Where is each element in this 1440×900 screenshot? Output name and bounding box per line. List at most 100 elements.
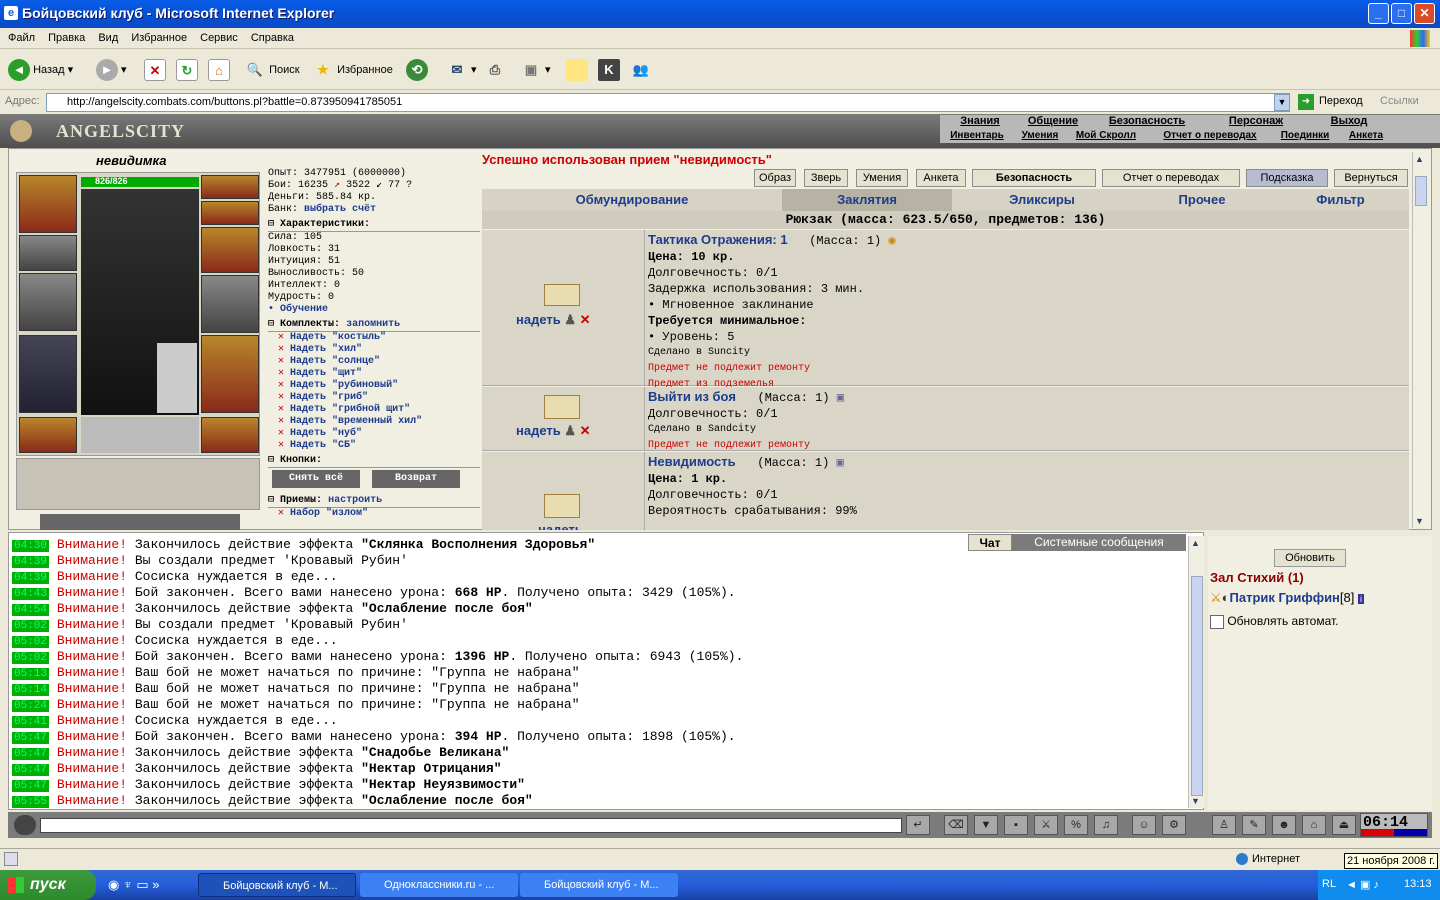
search-button[interactable]: 🔍 Поиск bbox=[244, 58, 300, 82]
set-item[interactable]: ✕ Надеть "хил" bbox=[278, 344, 480, 356]
language-indicator[interactable]: RL bbox=[1322, 878, 1336, 890]
hint-button[interactable]: Подсказка bbox=[1246, 169, 1328, 187]
tray-icons[interactable]: ◄ ▣ ♪ bbox=[1346, 878, 1379, 891]
link-exit[interactable]: Выход bbox=[1304, 115, 1394, 127]
configure-tricks-link[interactable]: настроить bbox=[328, 495, 382, 506]
menu-tools[interactable]: Сервис bbox=[200, 32, 238, 44]
menu-help[interactable]: Справка bbox=[251, 32, 294, 44]
task-fight-club-1[interactable]: Бойцовский клуб - M... bbox=[198, 873, 356, 897]
chat-timestamp[interactable]: 05:02 bbox=[12, 620, 50, 632]
info-icon[interactable]: i bbox=[1358, 594, 1365, 604]
chat-scrollbar[interactable]: ▲ ▼ bbox=[1188, 536, 1204, 808]
forward-button[interactable]: ► ▾ bbox=[96, 58, 127, 82]
quicklaunch-icons[interactable]: ◉ ♆ ▭ » bbox=[108, 877, 159, 893]
translit-icon[interactable]: % bbox=[1064, 815, 1088, 835]
item-name[interactable]: Невидимость bbox=[648, 454, 736, 469]
amulet-slot[interactable] bbox=[201, 201, 259, 225]
filter-icon[interactable]: ▼ bbox=[974, 815, 998, 835]
image-button[interactable]: Образ bbox=[754, 169, 796, 187]
chat-timestamp[interactable]: 04:39 bbox=[12, 556, 50, 568]
url-input[interactable]: http://angelscity.combats.com/buttons.pl… bbox=[46, 93, 1290, 112]
pet-button[interactable]: Зверь bbox=[804, 169, 848, 187]
chat-timestamp[interactable]: 05:24 bbox=[12, 700, 50, 712]
messenger-button[interactable]: 👥 bbox=[630, 58, 652, 82]
tab-equipment[interactable]: Обмундирование bbox=[482, 189, 782, 211]
link-inventory[interactable]: Инвентарь bbox=[940, 130, 1014, 141]
refresh-list-button[interactable]: Обновить bbox=[1274, 549, 1346, 567]
mask-icon[interactable]: ☻ bbox=[1272, 815, 1296, 835]
set-item[interactable]: ✕ Надеть "щит" bbox=[278, 368, 480, 380]
link-communication[interactable]: Общение bbox=[1020, 115, 1086, 127]
set-item[interactable]: ✕ Надеть "нуб" bbox=[278, 428, 480, 440]
save-icon[interactable]: ▪ bbox=[1004, 815, 1028, 835]
chat-timestamp[interactable]: 05:55 bbox=[12, 796, 50, 808]
rings-slots[interactable] bbox=[81, 417, 199, 453]
menu-file[interactable]: Файл bbox=[8, 32, 35, 44]
set-item[interactable]: ✕ Надеть "СБ" bbox=[278, 440, 480, 452]
chat-timestamp[interactable]: 05:02 bbox=[12, 636, 50, 648]
menu-favorites[interactable]: Избранное bbox=[131, 32, 187, 44]
earrings-slot[interactable] bbox=[201, 175, 259, 199]
link-transfer-report[interactable]: Отчет о переводах bbox=[1146, 130, 1274, 141]
chat-timestamp[interactable]: 04:43 bbox=[12, 588, 50, 600]
refresh-button[interactable]: ↻ bbox=[176, 58, 198, 82]
links-label[interactable]: Ссылки bbox=[1380, 95, 1419, 107]
scroll-tool-icon[interactable]: ✎ bbox=[1242, 815, 1266, 835]
link-skills[interactable]: Умения bbox=[1014, 130, 1066, 141]
take-off-all-button[interactable]: Снять всё bbox=[272, 470, 360, 488]
set-item[interactable]: ✕ Надеть "грибной щит" bbox=[278, 404, 480, 416]
music-icon[interactable]: ♫ bbox=[1094, 815, 1118, 835]
profile-button[interactable]: Анкета bbox=[916, 169, 966, 187]
minimize-button[interactable]: _ bbox=[1368, 3, 1389, 24]
transfer-report-button[interactable]: Отчет о переводах bbox=[1102, 169, 1240, 187]
lock-icon[interactable]: ⌂ bbox=[1302, 815, 1326, 835]
offhand-slot[interactable] bbox=[201, 275, 259, 333]
training-link[interactable]: • Обучение bbox=[268, 304, 480, 316]
equip-link[interactable]: надеть ♟ ✕ bbox=[516, 312, 591, 328]
belt-slot[interactable] bbox=[19, 417, 77, 453]
tab-spells[interactable]: Заклятия bbox=[782, 189, 952, 211]
trick-item[interactable]: ✕ Набор "излом" bbox=[268, 508, 480, 520]
item-name[interactable]: Выйти из боя bbox=[648, 389, 736, 404]
task-odnoklassniki[interactable]: Одноклассники.ru - ... bbox=[360, 873, 518, 897]
bracers-slot[interactable] bbox=[19, 235, 77, 271]
set-item[interactable]: ✕ Надеть "временный хил" bbox=[278, 416, 480, 428]
chat-timestamp[interactable]: 04:39 bbox=[12, 572, 50, 584]
maximize-button[interactable]: □ bbox=[1391, 3, 1412, 24]
chat-timestamp[interactable]: 05:41 bbox=[12, 716, 50, 728]
scroll-slots[interactable] bbox=[16, 458, 260, 510]
exit-icon[interactable]: ⏏ bbox=[1332, 815, 1356, 835]
mail-button[interactable]: ✉ ▾ bbox=[446, 58, 477, 82]
choose-account-link[interactable]: выбрать счёт bbox=[304, 204, 376, 215]
skills-button[interactable]: Умения bbox=[856, 169, 908, 187]
set-item[interactable]: ✕ Надеть "гриб" bbox=[278, 392, 480, 404]
tab-elixirs[interactable]: Эликсиры bbox=[952, 189, 1132, 211]
chat-avatar-icon[interactable] bbox=[14, 815, 36, 835]
favorites-button[interactable]: ★ Избранное bbox=[312, 58, 393, 82]
link-profile[interactable]: Анкета bbox=[1336, 130, 1396, 141]
back-button[interactable]: ◄ Назад ▾ bbox=[8, 58, 73, 82]
history-button[interactable]: ⟲ bbox=[406, 58, 428, 82]
k-button[interactable]: K bbox=[598, 58, 620, 82]
equip-link[interactable]: надеть ♟ ✕ bbox=[516, 423, 591, 439]
chat-input[interactable] bbox=[40, 818, 902, 833]
menu-view[interactable]: Вид bbox=[98, 32, 118, 44]
notes-button[interactable] bbox=[566, 58, 588, 82]
chat-timestamp[interactable]: 05:47 bbox=[12, 780, 50, 792]
close-button[interactable]: ✕ bbox=[1414, 3, 1435, 24]
set-item[interactable]: ✕ Надеть "солнце" bbox=[278, 356, 480, 368]
link-my-scroll[interactable]: Мой Скролл bbox=[1066, 130, 1146, 141]
clear-icon[interactable]: ⌫ bbox=[944, 815, 968, 835]
chat-timestamp[interactable]: 04:54 bbox=[12, 604, 50, 616]
return-button[interactable]: Возврат bbox=[372, 470, 461, 488]
link-knowledge[interactable]: Знания bbox=[940, 115, 1020, 127]
tab-other[interactable]: Прочее bbox=[1132, 189, 1272, 211]
auto-refresh-checkbox[interactable] bbox=[1210, 614, 1224, 629]
send-icon[interactable]: ↵ bbox=[906, 815, 930, 835]
home-button[interactable]: ⌂ bbox=[208, 58, 230, 82]
set-item[interactable]: ✕ Надеть "костыль" bbox=[278, 332, 480, 344]
chat-timestamp[interactable]: 05:47 bbox=[12, 748, 50, 760]
bag-icon[interactable]: ♙ bbox=[1212, 815, 1236, 835]
chat-timestamp[interactable]: 05:02 bbox=[12, 652, 50, 664]
task-fight-club-2[interactable]: Бойцовский клуб - M... bbox=[520, 873, 678, 897]
